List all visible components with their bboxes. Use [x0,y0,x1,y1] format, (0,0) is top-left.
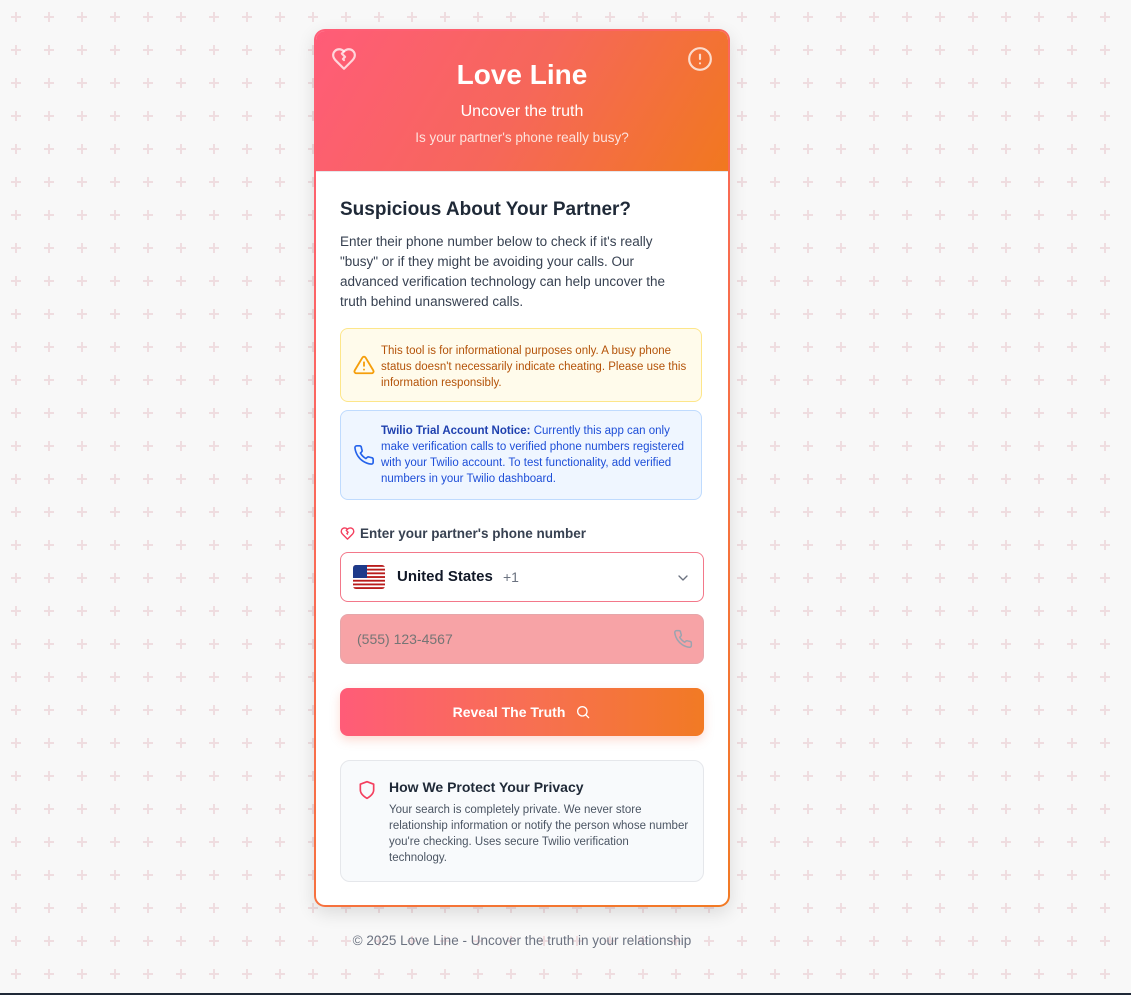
privacy-info-box: How We Protect Your Privacy Your search … [340,760,704,882]
phone-number-input[interactable] [340,614,704,664]
reveal-truth-button-label: Reveal The Truth [452,704,566,720]
app-subtitle: Uncover the truth [460,103,584,120]
reveal-truth-button[interactable]: Reveal The Truth [340,688,704,736]
phone-field-label-text: Enter your partner's phone number [360,526,586,541]
phone-icon [674,629,693,649]
phone-field-label: Enter your partner's phone number [340,526,586,541]
app-title: Love Line [456,59,588,90]
app-header: Love Line Uncover the truth Is your part… [316,31,728,172]
shield-icon [359,780,375,800]
trial-account-notice: Twilio Trial Account Notice: Currently t… [340,410,702,500]
trial-notice-text: Twilio Trial Account Notice: Currently t… [381,423,693,487]
country-dial-code: +1 [503,569,519,585]
privacy-text: Your search is completely private. We ne… [389,804,689,864]
app-tagline: Is your partner's phone really busy? [415,130,629,145]
heart-icon [340,527,355,540]
phone-icon [354,445,374,465]
search-icon [577,706,590,719]
intro-description: Enter their phone number below to check … [340,234,665,309]
chevron-down-icon [678,575,688,581]
privacy-title: How We Protect Your Privacy [389,779,584,795]
trial-notice-heading: Twilio Trial Account Notice: [381,425,531,437]
disclaimer-text: This tool is for informational purposes … [381,345,687,389]
footer-text: © 2025 Love Line - Uncover the truth in … [352,933,692,948]
disclaimer-notice: This tool is for informational purposes … [340,328,702,402]
main-card: Love Line Uncover the truth Is your part… [314,29,730,907]
country-select[interactable]: United States +1 [340,552,704,602]
intro-heading: Suspicious About Your Partner? [340,199,632,220]
country-name: United States [397,568,493,585]
warning-triangle-icon [353,355,375,375]
us-flag-icon [353,565,385,589]
